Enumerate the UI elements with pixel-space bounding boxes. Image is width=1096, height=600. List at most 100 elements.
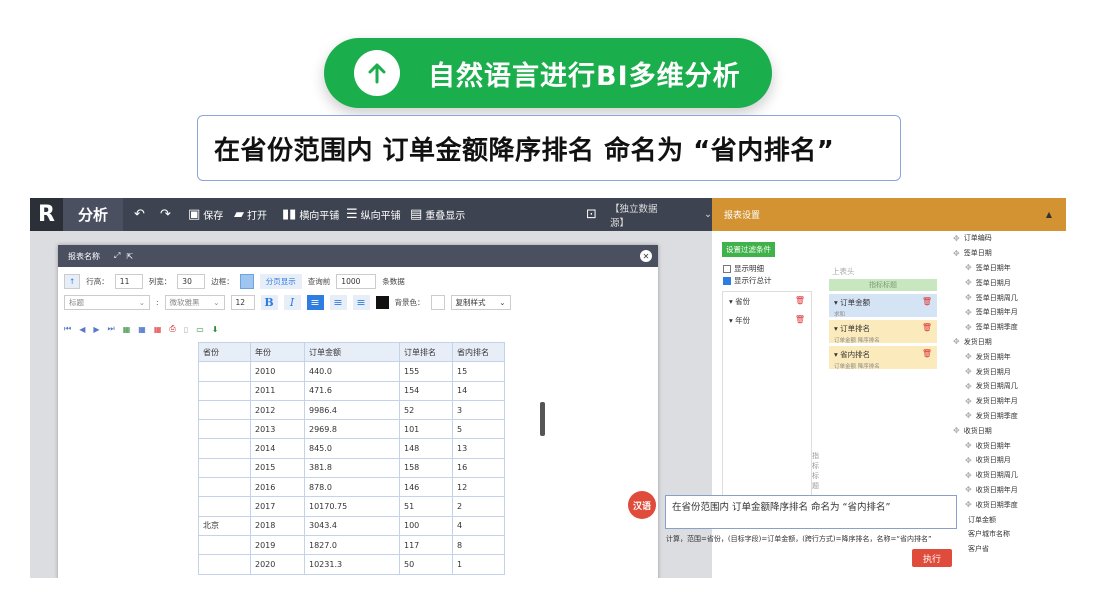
nl-query-input[interactable]: 在省份范围内 订单金额降序排名 命名为 “省内排名” xyxy=(665,495,957,529)
cell-year[interactable]: 2014 xyxy=(250,438,305,459)
cell-year[interactable]: 2019 xyxy=(250,534,305,556)
page-icon[interactable]: ▯ xyxy=(184,325,188,334)
table-row[interactable]: 2013 2969.8 101 5 xyxy=(198,419,505,440)
open-button[interactable]: ▰ 打开 xyxy=(234,198,267,231)
last-page-icon[interactable]: ⏭ xyxy=(108,324,115,334)
cell-amount[interactable]: 878.0 xyxy=(304,477,400,498)
field-item[interactable]: ✥ 签单日期年月 xyxy=(945,305,1066,320)
first-page-icon[interactable]: ⏮ xyxy=(64,324,71,334)
field-item[interactable]: ✥ 发货日期 xyxy=(945,335,1066,350)
field-item[interactable]: ✥ 发货日期年 xyxy=(945,349,1066,364)
align-left-button[interactable]: ≡ xyxy=(306,295,324,310)
cell-province-rank[interactable]: 3 xyxy=(452,399,505,421)
excel-icon[interactable]: ▦ xyxy=(123,325,131,334)
cell-order-rank[interactable]: 155 xyxy=(399,361,453,382)
cell-order-rank[interactable]: 154 xyxy=(399,380,453,401)
drag-handle-icon[interactable]: ✥ xyxy=(965,323,972,332)
cell-province[interactable] xyxy=(198,419,251,440)
table-row[interactable]: 2017 10170.75 51 2 xyxy=(198,496,505,517)
word-icon[interactable]: ▦ xyxy=(138,325,146,334)
header-year[interactable]: 年份 xyxy=(250,341,305,363)
cell-amount[interactable]: 381.8 xyxy=(304,457,400,479)
font-size-input[interactable]: 12 xyxy=(230,295,255,310)
cell-amount[interactable]: 440.0 xyxy=(304,361,400,382)
drag-handle-icon[interactable]: ✥ xyxy=(953,337,960,346)
field-item[interactable]: ✥ 收货日期季度 xyxy=(945,497,1066,512)
cell-province-rank[interactable]: 4 xyxy=(452,515,505,536)
field-item[interactable]: ✥ 收货日期年月 xyxy=(945,483,1066,498)
cell-year[interactable]: 2018 xyxy=(250,515,305,536)
cell-province[interactable] xyxy=(198,477,251,498)
field-item[interactable]: ✥ 收货日期 xyxy=(945,423,1066,438)
pdf-icon[interactable]: ▦ xyxy=(154,325,162,334)
filter-button[interactable]: 设置过滤条件 xyxy=(722,242,775,257)
save-button[interactable]: ▣ 保存 xyxy=(188,198,223,231)
cell-order-rank[interactable]: 117 xyxy=(399,534,453,556)
show-detail-option[interactable]: 显示明细 xyxy=(723,263,764,274)
datasource-select[interactable]: 【独立数据源】 ⌄ xyxy=(610,198,712,231)
drag-handle-icon[interactable]: ✥ xyxy=(965,485,972,494)
prev-page-icon[interactable]: ◀ xyxy=(79,325,85,334)
table-row[interactable]: 2015 381.8 158 16 xyxy=(198,457,505,479)
overlay-button[interactable]: ▤ 重叠显示 xyxy=(410,198,465,231)
field-item[interactable]: ✥ 签单日期月 xyxy=(945,275,1066,290)
cell-amount[interactable]: 2969.8 xyxy=(304,419,400,440)
checkbox[interactable] xyxy=(723,264,731,273)
cell-year[interactable]: 2011 xyxy=(250,380,305,401)
cell-amount[interactable]: 10231.3 xyxy=(304,554,400,575)
print-icon[interactable]: ⎙ xyxy=(169,324,175,334)
table-row[interactable]: 2016 878.0 146 12 xyxy=(198,477,505,498)
field-item[interactable]: ✥ 发货日期年月 xyxy=(945,394,1066,409)
delete-icon[interactable]: 🗑 xyxy=(922,349,932,358)
cell-province-rank[interactable]: 8 xyxy=(452,534,505,556)
drag-handle-icon[interactable]: ✥ xyxy=(965,278,972,287)
show-total-option[interactable]: 显示行总计 xyxy=(723,275,772,286)
style-select[interactable]: 标题 ⌄ xyxy=(64,295,150,310)
table-row[interactable]: 2014 845.0 148 13 xyxy=(198,438,505,459)
cell-year[interactable]: 2020 xyxy=(250,554,305,575)
row-height-input[interactable]: 11 xyxy=(114,274,143,289)
export-icon[interactable]: ⇱ xyxy=(126,252,133,261)
drag-handle-icon[interactable]: ✥ xyxy=(965,456,972,465)
font-select[interactable]: 微软雅黑 ⌄ xyxy=(164,295,225,310)
field-item[interactable]: ✥ 发货日期月 xyxy=(945,364,1066,379)
cell-province[interactable] xyxy=(198,380,251,401)
drag-handle-icon[interactable]: ✥ xyxy=(965,441,972,450)
italic-button[interactable]: I xyxy=(283,295,301,310)
dimension-item[interactable]: ▾ 省份 🗑 xyxy=(723,292,811,311)
execute-button[interactable]: 执行 xyxy=(912,549,952,567)
metric-item[interactable]: ▾ 省内排名 订单金额 降序排名 🗑 xyxy=(829,346,937,370)
cell-province[interactable] xyxy=(198,457,251,479)
delete-icon[interactable]: 🗑 xyxy=(795,315,805,326)
cell-province[interactable] xyxy=(198,399,251,421)
field-item[interactable]: 客户城市名称 xyxy=(945,527,1066,542)
cell-amount[interactable]: 471.6 xyxy=(304,380,400,401)
cell-order-rank[interactable]: 158 xyxy=(399,457,453,479)
cell-province[interactable] xyxy=(198,438,251,459)
align-center-button[interactable]: ≡ xyxy=(329,295,347,310)
cell-order-rank[interactable]: 146 xyxy=(399,477,453,498)
cell-amount[interactable]: 9986.4 xyxy=(304,399,400,421)
metric-item[interactable]: ▾ 订单金额 求和 🗑 xyxy=(829,294,937,318)
metric-item[interactable]: ▾ 订单排名 订单金额 降序排名 🗑 xyxy=(829,320,937,344)
cell-year[interactable]: 2015 xyxy=(250,457,305,479)
header-amount[interactable]: 订单金额 xyxy=(304,341,400,363)
cell-province-rank[interactable]: 16 xyxy=(452,457,505,479)
cell-province[interactable]: 北京 xyxy=(198,515,251,536)
collapse-icon[interactable]: ▲ xyxy=(1046,210,1052,219)
table-row[interactable]: 2020 10231.3 50 1 xyxy=(198,554,505,575)
dimension-item[interactable]: ▾ 年份 🗑 xyxy=(723,311,811,330)
drag-handle-icon[interactable]: ✥ xyxy=(965,367,972,376)
expand-icon[interactable]: ⤢ xyxy=(114,251,120,261)
header-order-rank[interactable]: 订单排名 xyxy=(399,341,453,363)
cell-order-rank[interactable]: 100 xyxy=(399,515,453,536)
csv-icon[interactable]: ▭ xyxy=(196,325,204,334)
col-width-input[interactable]: 30 xyxy=(177,274,206,289)
border-toggle[interactable] xyxy=(239,274,254,289)
drag-handle-icon[interactable]: ✥ xyxy=(953,249,960,258)
field-item[interactable]: ✥ 收货日期年 xyxy=(945,438,1066,453)
field-item[interactable]: ✥ 签单日期 xyxy=(945,246,1066,261)
drag-handle-icon[interactable]: ✥ xyxy=(965,352,972,361)
align-right-button[interactable]: ≡ xyxy=(352,295,370,310)
drag-handle-icon[interactable]: ✥ xyxy=(965,263,972,272)
